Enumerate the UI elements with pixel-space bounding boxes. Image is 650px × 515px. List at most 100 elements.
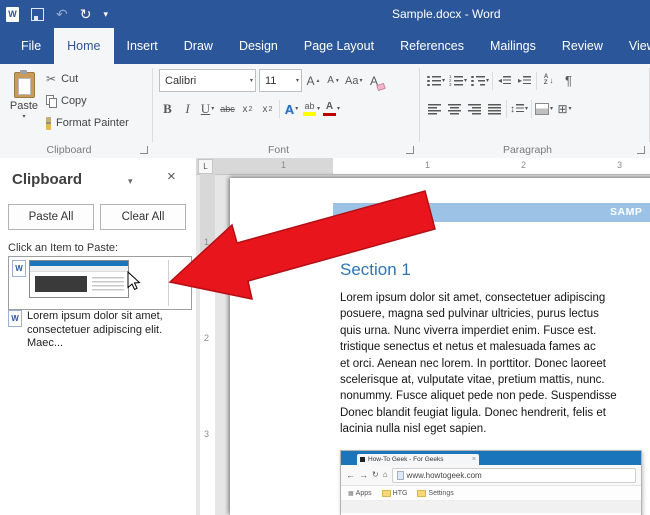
paste-button[interactable]: Paste ▾ <box>4 69 44 140</box>
font-group-label: Font <box>267 144 289 156</box>
change-case-caret-icon: ▾ <box>359 77 363 84</box>
undo-icon[interactable]: ↶ <box>56 7 68 21</box>
shading-button[interactable]: ▾ <box>535 99 553 119</box>
sort-arrow-icon: ↓ <box>549 76 554 85</box>
clipboard-pane-close-icon[interactable]: × <box>167 168 176 185</box>
shading-caret-icon: ▾ <box>550 106 554 112</box>
paste-icon <box>13 70 35 98</box>
align-center-button[interactable] <box>446 99 463 119</box>
sort-button[interactable]: AZ ↓ <box>540 71 557 91</box>
italic-button[interactable]: I <box>179 99 196 119</box>
clear-formatting-button[interactable]: A <box>365 71 382 91</box>
paragraph-group: ▾ ▾ ▾ ◂ ▸ AZ ↓ ¶ ↕ <box>420 64 649 158</box>
tab-review[interactable]: Review <box>549 28 616 64</box>
clipboard-dialog-launcher[interactable] <box>140 146 148 154</box>
font-name-caret-icon: ▾ <box>249 77 253 84</box>
format-painter-icon <box>46 116 51 130</box>
paste-label: Paste <box>9 100 39 112</box>
title-bar: W ↶ ↻ ▾ Sample.docx - Word <box>0 0 650 28</box>
subscript-button[interactable]: x2 <box>239 99 256 119</box>
decrease-indent-button[interactable]: ◂ <box>496 71 513 91</box>
subscript-n: 2 <box>248 105 253 113</box>
align-right-button[interactable] <box>466 99 483 119</box>
clipboard-item-dropdown-icon[interactable]: ▾ <box>180 274 185 285</box>
bullets-button[interactable]: ▾ <box>426 71 445 91</box>
document-page[interactable]: SAMP Section 1 Lorem ipsum dolor sit ame… <box>230 178 650 515</box>
tab-file[interactable]: File <box>8 28 54 64</box>
save-icon[interactable] <box>31 7 44 21</box>
ribbon-tab-row: File Home Insert Draw Design Page Layout… <box>0 28 650 64</box>
bookmark-label: Settings <box>428 489 454 497</box>
font-name-combo[interactable]: Calibri ▾ <box>159 69 256 92</box>
font-color-button[interactable]: A ▾ <box>323 99 340 119</box>
superscript-button[interactable]: x2 <box>259 99 276 119</box>
bullets-caret-icon: ▾ <box>442 77 446 84</box>
clipboard-pane-menu-icon[interactable]: ▾ <box>128 176 133 187</box>
clipboard-pane: Clipboard ▾ × Paste All Clear All Click … <box>0 158 197 515</box>
multilevel-list-icon <box>470 75 486 86</box>
section-heading: Section 1 <box>340 260 411 279</box>
tab-insert[interactable]: Insert <box>114 28 171 64</box>
paragraph-dialog-launcher[interactable] <box>637 146 645 154</box>
document-text-line: lacinia nulla nisl eget sapien. <box>340 423 487 436</box>
show-hide-marks-button[interactable]: ¶ <box>560 71 577 91</box>
clear-all-button[interactable]: Clear All <box>100 204 186 230</box>
font-size-value: 11 <box>265 74 277 87</box>
increase-indent-button[interactable]: ▸ <box>516 71 533 91</box>
line-spacing-button[interactable]: ↕ ▾ <box>510 99 528 119</box>
paste-all-button[interactable]: Paste All <box>8 204 94 230</box>
tab-mailings[interactable]: Mailings <box>477 28 549 64</box>
clipboard-item-text[interactable]: W Lorem ipsum dolor sit amet, consectetu… <box>8 310 186 351</box>
tab-home[interactable]: Home <box>54 28 114 64</box>
grow-font-button[interactable]: A ▲ <box>305 71 322 91</box>
horizontal-ruler[interactable]: L 1 1 2 3 <box>196 158 650 175</box>
grow-font-label: A <box>306 73 315 88</box>
font-size-combo[interactable]: 11 ▾ <box>259 69 302 92</box>
word-app-icon[interactable]: W <box>6 6 19 22</box>
numbering-button[interactable]: ▾ <box>448 71 467 91</box>
qat-customize-icon[interactable]: ▾ <box>103 9 108 19</box>
cut-button[interactable]: ✂ Cut <box>46 70 129 88</box>
redo-icon[interactable]: ↻ <box>80 7 92 21</box>
folder-icon <box>381 489 391 497</box>
underline-button[interactable]: U ▾ <box>199 99 216 119</box>
clipboard-item-image[interactable]: W ▾ <box>8 256 192 310</box>
document-text-line: quis urna. Nunc viverra imperdiet enim. … <box>340 324 597 337</box>
ruler-number: 2 <box>204 333 210 343</box>
tab-design[interactable]: Design <box>226 28 291 64</box>
justify-button[interactable] <box>486 99 503 119</box>
bookmark-item: ▦ Apps <box>348 490 372 497</box>
shrink-caret-icon: ▼ <box>334 77 340 84</box>
browser-tab: How-To Geek - For Geeks × <box>357 454 479 465</box>
copy-button[interactable]: Copy <box>46 92 129 110</box>
highlight-button[interactable]: ab ▾ <box>303 99 320 119</box>
shrink-font-button[interactable]: A ▼ <box>325 71 342 91</box>
embedded-screenshot[interactable]: How-To Geek - For Geeks × ← → ↻ ⌂ www.ho… <box>340 450 642 515</box>
cut-icon: ✂ <box>46 72 57 86</box>
tab-draw[interactable]: Draw <box>171 28 226 64</box>
multilevel-caret-icon: ▾ <box>486 77 490 84</box>
superscript-x: x <box>262 103 268 115</box>
font-color-caret-icon: ▾ <box>337 106 341 112</box>
bold-button[interactable]: B <box>159 99 176 119</box>
underline-caret-icon: ▾ <box>211 106 215 112</box>
format-painter-button[interactable]: Format Painter <box>46 114 129 132</box>
document-text-line: nonummy. Fusce aliquet pede non pede. Su… <box>340 390 617 403</box>
borders-button[interactable]: ⊞ ▾ <box>556 99 573 119</box>
tab-page-layout[interactable]: Page Layout <box>291 28 387 64</box>
clipboard-image-thumbnail <box>29 260 129 298</box>
tab-references[interactable]: References <box>387 28 477 64</box>
page-title-banner-text: SAMP <box>610 206 643 218</box>
vertical-ruler[interactable]: 1 2 3 <box>200 174 215 515</box>
change-case-button[interactable]: Aa ▾ <box>345 71 362 91</box>
tab-stop-selector[interactable]: L <box>198 159 213 174</box>
browser-tab-bar: How-To Geek - For Geeks × <box>341 451 641 465</box>
font-dialog-launcher[interactable] <box>406 146 414 154</box>
multilevel-list-button[interactable]: ▾ <box>470 71 489 91</box>
align-left-button[interactable] <box>426 99 443 119</box>
browser-toolbar: ← → ↻ ⌂ www.howtogeek.com <box>341 465 641 486</box>
text-effects-button[interactable]: A ▾ <box>283 99 300 119</box>
strikethrough-button[interactable]: abc <box>219 99 236 119</box>
tab-view[interactable]: View <box>616 28 650 64</box>
ruler-number: 1 <box>281 160 287 170</box>
